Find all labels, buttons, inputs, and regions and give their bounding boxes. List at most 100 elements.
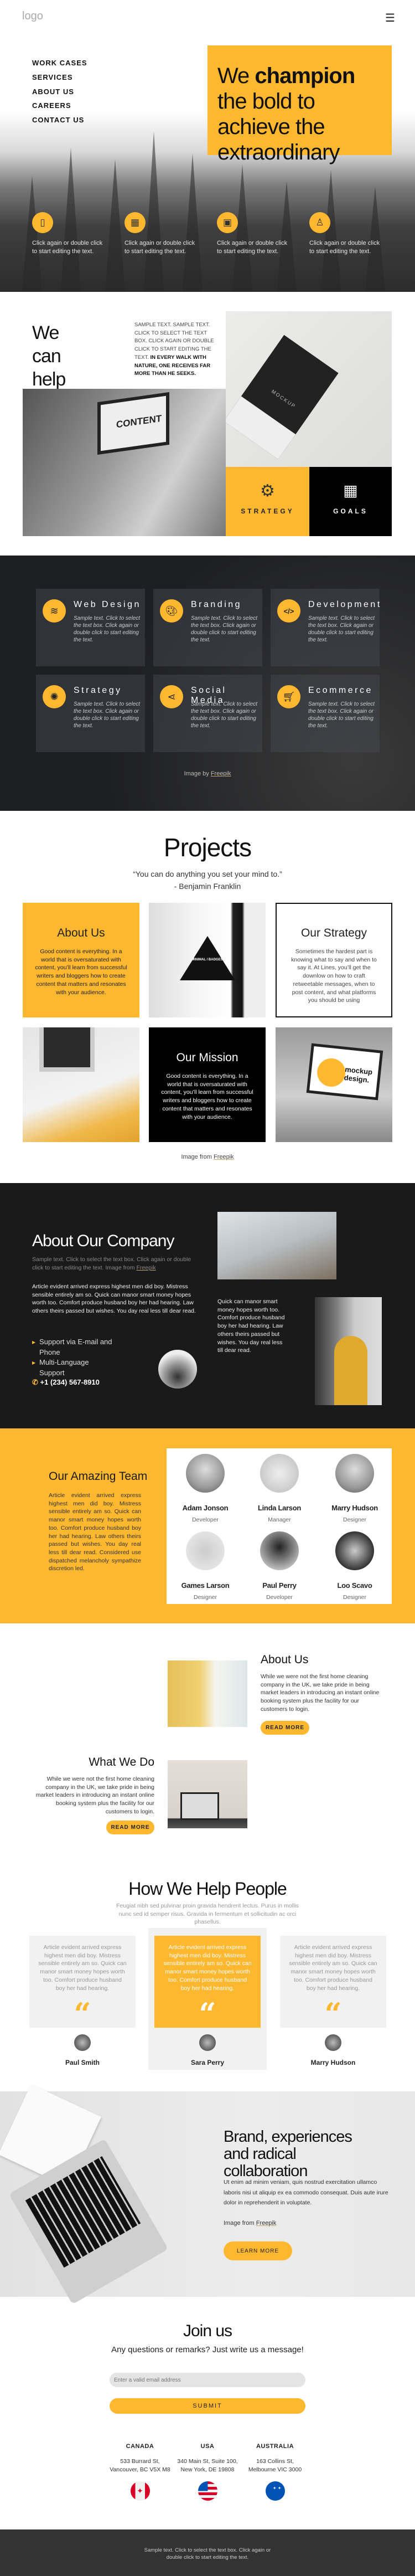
service-card: ⋖ Social Media Sample text. Click to selec… <box>153 675 262 752</box>
nav-careers[interactable]: CAREERS <box>32 101 71 110</box>
team-member[interactable]: Loo Scavo Designer <box>317 1531 392 1601</box>
support-item: ▶ Multi-Language Support <box>32 1358 89 1377</box>
join-title: Join us <box>183 2322 232 2340</box>
palette-icon: 🎨︎ <box>160 599 183 623</box>
freepik-link[interactable]: Freepik <box>256 2220 277 2227</box>
service-card: 🛒︎ Ecommerce Sample text. Click to select … <box>271 675 380 752</box>
company-side-text: Quick can manor smart money hopes worth … <box>217 1298 285 1354</box>
help-people-title: How We Help People <box>128 1879 287 1899</box>
submit-button[interactable]: SUBMIT <box>110 2398 305 2414</box>
feature-text: Click again or double click to start edi… <box>124 240 195 255</box>
nav-about-us[interactable]: ABOUT US <box>32 88 74 96</box>
freepik-link[interactable]: Freepik <box>214 1154 234 1160</box>
about-us-text: While we were not the first home cleanin… <box>261 1673 380 1713</box>
laptop-meeting-image: CONTENT <box>23 389 226 536</box>
triangle-bullet-icon: ▶ <box>32 1340 36 1345</box>
avatar <box>186 1531 225 1570</box>
feature-text: Click again or double click to start edi… <box>217 240 288 255</box>
email-input[interactable] <box>110 2373 305 2387</box>
projects-quote-author: - Benjamin Franklin <box>174 882 241 891</box>
goals-label: GOALS <box>333 507 368 515</box>
team-title: Our Amazing Team <box>49 1470 148 1483</box>
hoodie-image <box>315 1297 382 1405</box>
canada-flag-icon: ✦ <box>130 2481 150 2501</box>
project-card-mission[interactable]: Our Mission Good content is everything. I… <box>149 1027 266 1142</box>
nav-services[interactable]: SERVICES <box>32 73 73 81</box>
join-subtitle: Any questions or remarks? Just write us … <box>111 2345 304 2354</box>
about-us-title: About Us <box>261 1653 309 1666</box>
project-mockup-image: mockup design. <box>276 1027 392 1142</box>
calendar-icon: ▦ <box>343 482 358 499</box>
project-card-strategy[interactable]: Our Strategy Sometimes the hardest part i… <box>276 903 392 1017</box>
testimonial-person: Sara Perry <box>154 2034 261 2066</box>
strategy-tile[interactable]: ⚙ STRATEGY <box>226 467 309 536</box>
service-card: </> Development Sample text. Click to sele… <box>271 589 380 666</box>
office-image <box>217 1212 336 1279</box>
avatar <box>260 1531 299 1570</box>
avatar <box>186 1454 225 1493</box>
goals-tile[interactable]: ▦ GOALS <box>309 467 392 536</box>
hero-headline-box: We champion the bold to achieve the extr… <box>208 45 392 164</box>
user-icon: ♙ <box>309 212 330 233</box>
office-canada: CANADA 533 Burrard St, Vancouver, BC V5X M… <box>106 2443 174 2501</box>
usa-flag-icon <box>198 2481 217 2501</box>
what-read-more-button[interactable]: READ MORE <box>106 1821 154 1834</box>
hero-headline: We champion the bold to achieve the extr… <box>217 64 355 164</box>
image-icon: ▣ <box>217 212 238 233</box>
footer-text: Sample text. Click to select the text bo… <box>144 2547 271 2560</box>
avatar <box>325 2034 341 2051</box>
calendar-icon: ▦ <box>124 212 146 233</box>
footer: Sample text. Click to select the text bo… <box>0 2529 415 2576</box>
projects-title: Projects <box>163 833 252 862</box>
project-sign-image: MINIMAL / BADGES <box>149 903 266 1017</box>
testimonial-card: Article evident arrived express highest … <box>29 1936 136 2032</box>
learn-more-button[interactable]: LEARN MORE <box>224 2241 292 2260</box>
team-member[interactable]: Paul Perry Developer <box>242 1531 317 1601</box>
avatar <box>260 1454 299 1493</box>
lightbulb-icon: ✺ <box>43 685 66 708</box>
avatar <box>199 2034 216 2051</box>
logo[interactable]: logo <box>22 10 43 23</box>
projects-quote: “You can do anything you set your mind t… <box>133 870 282 878</box>
avatar <box>74 2034 91 2051</box>
australia-flag-icon: ✦ ✦ <box>265 2481 285 2501</box>
testimonial-person: Marry Hudson <box>280 2034 386 2066</box>
freepik-link[interactable]: Freepik <box>137 1264 156 1271</box>
what-we-do-text: While we were not the first home cleanin… <box>35 1776 154 1815</box>
code-monitor-icon: </> <box>277 599 300 623</box>
support-item: ▶ Support via E-mail and Phone <box>32 1338 112 1356</box>
nav-contact-us[interactable]: CONTACT US <box>32 116 84 124</box>
office-usa: USA 340 Main St, Suite 100, New York, DE 1… <box>174 2443 241 2501</box>
person-avatar-image <box>158 1350 197 1389</box>
quote-icon: “ <box>74 1996 91 2032</box>
project-card-about[interactable]: About Us Good content is everything. In a… <box>23 903 139 1017</box>
team-member[interactable]: Games Larson Designer <box>168 1531 243 1601</box>
services-section: ≋ Web Design Sample text. Click to select … <box>0 556 415 811</box>
project-laptop-image <box>23 1027 139 1142</box>
company-body: Article evident arrived express highest … <box>32 1283 196 1315</box>
layers-icon: ≋ <box>43 599 66 623</box>
testimonial-card: Article evident arrived express highest … <box>280 1936 386 2032</box>
team-section: Our Amazing Team Article evident arrived… <box>0 1428 415 1623</box>
team-text: Article evident arrived express highest … <box>49 1492 141 1572</box>
team-member[interactable]: Adam Jonson Developer <box>168 1454 243 1523</box>
team-card: Adam Jonson Developer Linda Larson Manager… <box>167 1448 392 1604</box>
brand-text: Ut enim ad minim veniam, quis nostrud ex… <box>224 2179 388 2207</box>
testimonial-card: Article evident arrived express highest … <box>154 1936 261 2029</box>
phone-number[interactable]: ✆ +1 (234) 567-8910 <box>32 1378 100 1387</box>
desk-lamp-image <box>168 1760 247 1828</box>
hamburger-icon[interactable]: ☰ <box>385 11 395 25</box>
about-read-more-button[interactable]: READ MORE <box>261 1721 309 1735</box>
team-member[interactable]: Marry Hudson Designer <box>317 1454 392 1523</box>
about-company-section: About Our Company Sample text. Click to … <box>0 1183 415 1428</box>
phone-icon: ✆ <box>32 1378 38 1386</box>
freepik-link[interactable]: Freepik <box>211 770 231 777</box>
support-list: ▶ Support via E-mail and Phone ▶ Multi-Lan… <box>32 1337 115 1379</box>
smartphone-icon: ▯ <box>32 212 53 233</box>
woman-laptop-image <box>168 1660 247 1727</box>
image-credit: Image from Freepik <box>224 2220 277 2227</box>
team-member[interactable]: Linda Larson Manager <box>242 1454 317 1523</box>
quote-icon: “ <box>324 1996 342 2032</box>
brand-section: Brand, experiences and radical collabora… <box>0 2084 415 2305</box>
nav-work-cases[interactable]: WORK CASES <box>32 59 87 67</box>
